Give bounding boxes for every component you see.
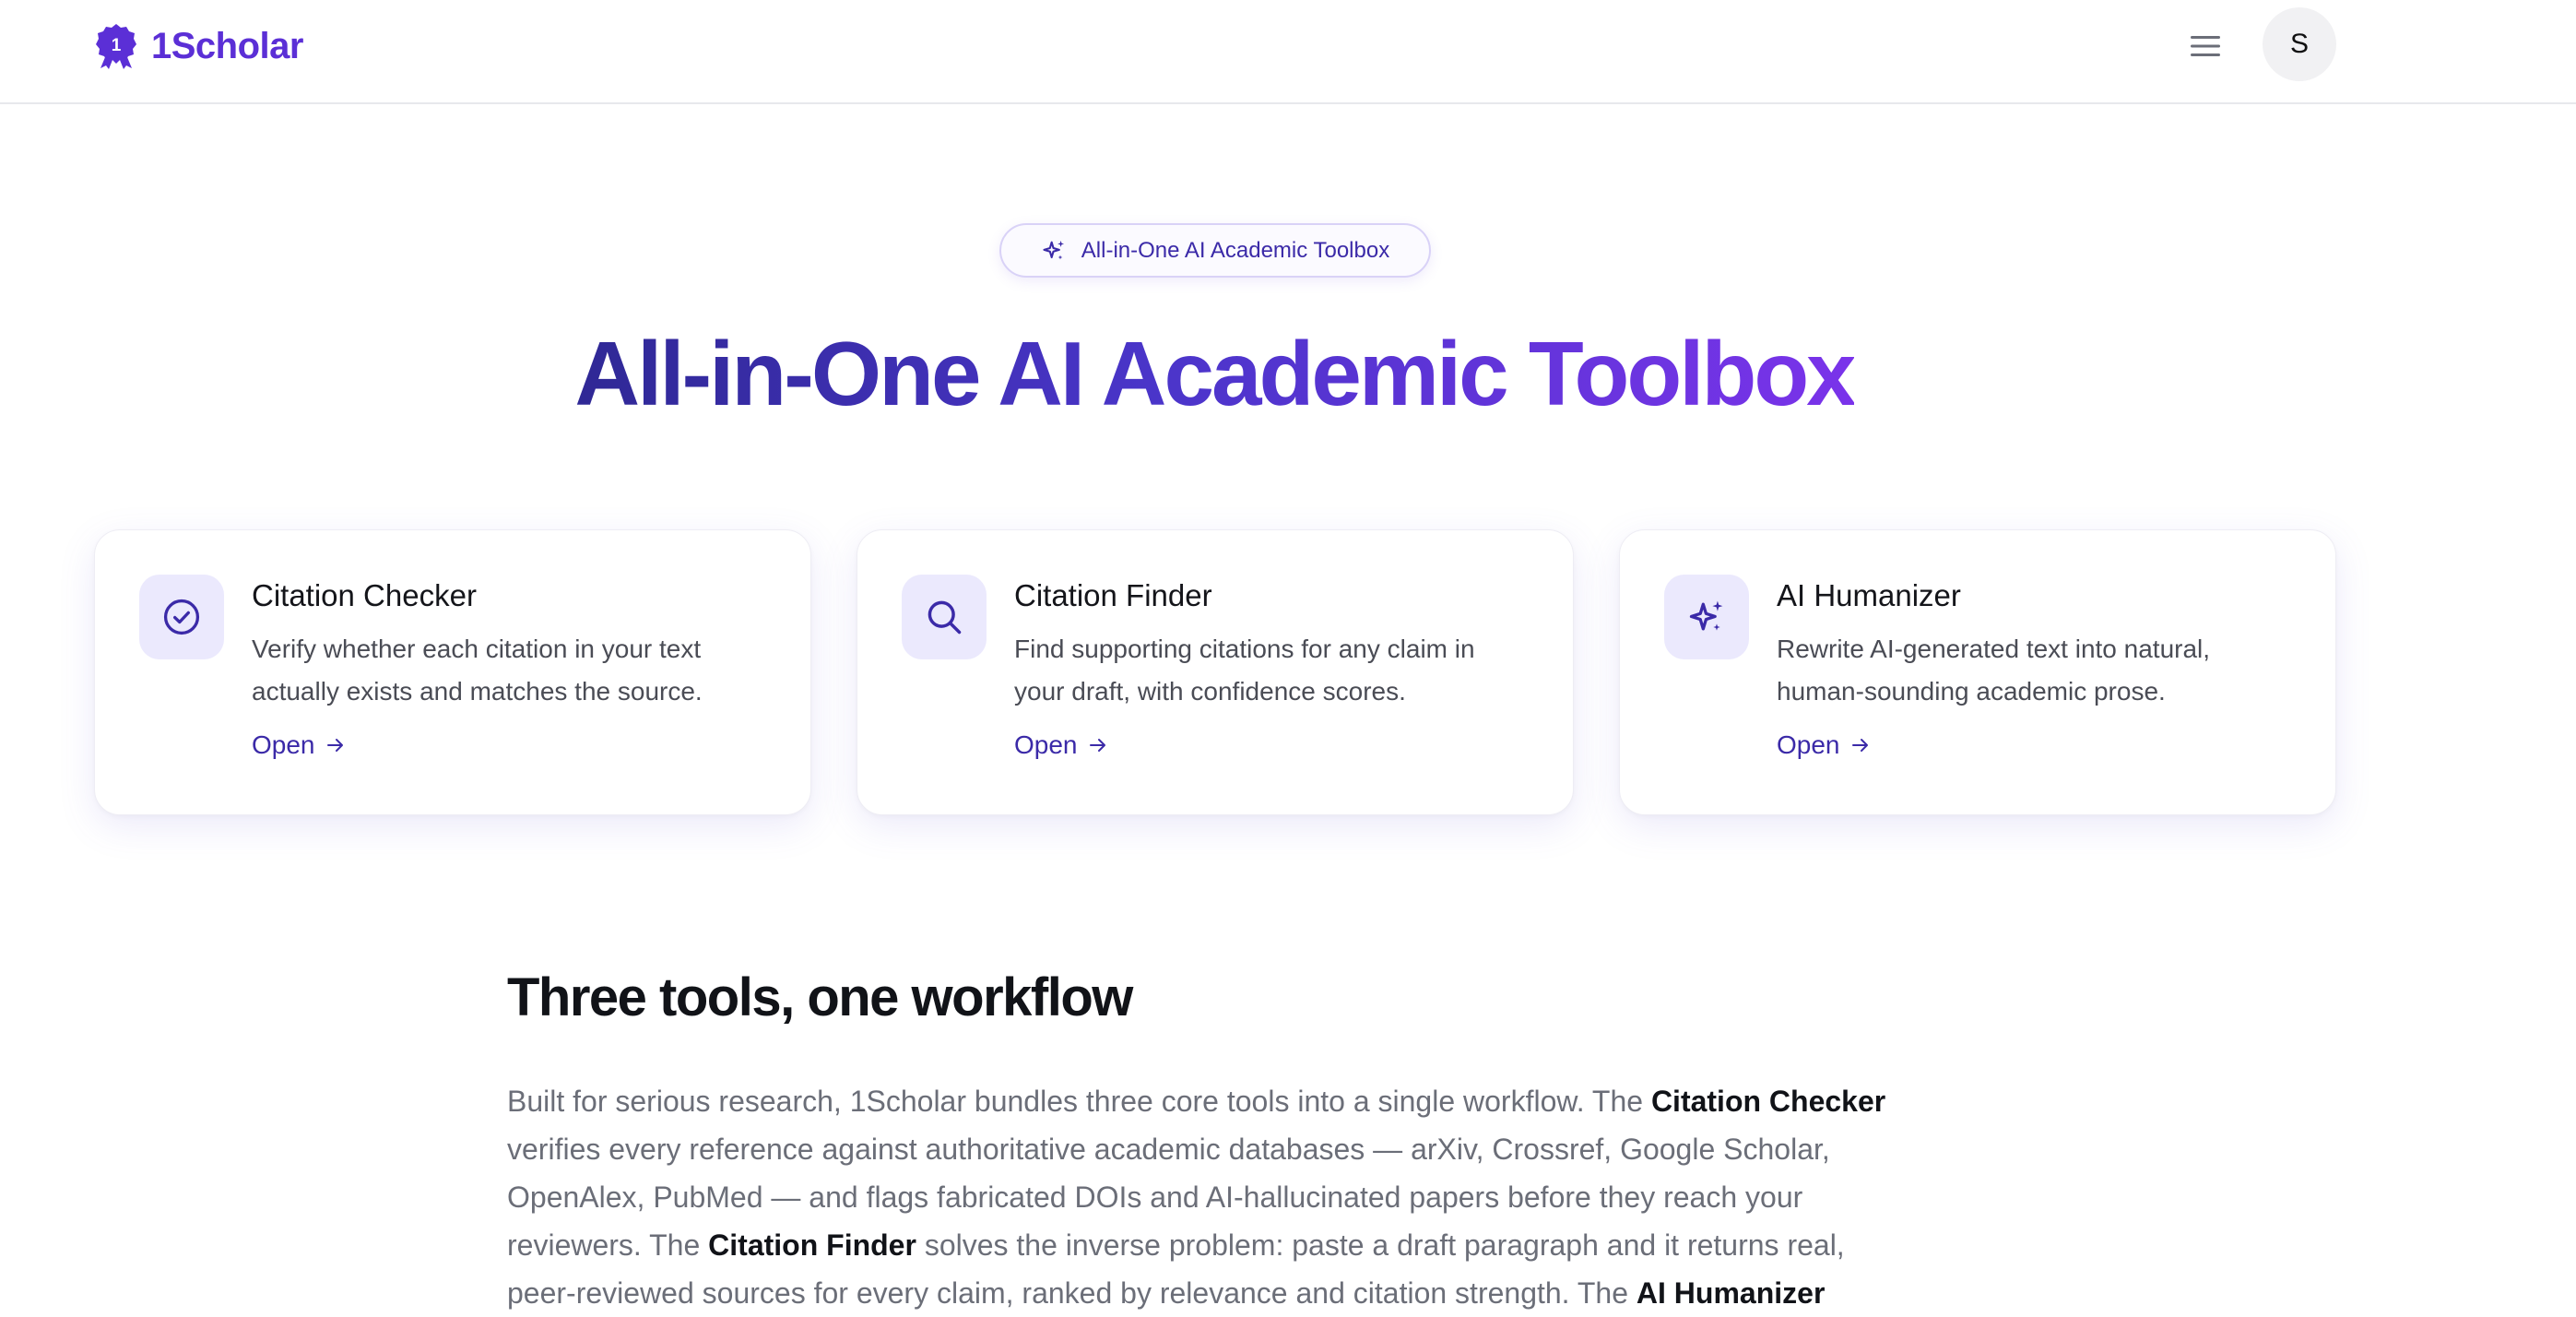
- brand-name: 1Scholar: [151, 25, 303, 66]
- hero-badge-pill: All-in-One AI Academic Toolbox: [999, 223, 1431, 278]
- user-avatar-button[interactable]: S: [2263, 7, 2336, 81]
- tool-card-ai-humanizer[interactable]: AI Humanizer Rewrite AI-generated text i…: [1619, 529, 2336, 815]
- logo-badge-text: 1: [112, 36, 122, 55]
- brand-home-link[interactable]: 1 1Scholar: [94, 18, 303, 74]
- card-title: Citation Finder: [1014, 578, 1212, 612]
- arrow-right-icon: [1851, 739, 1868, 752]
- section-highlight-citation-finder: Citation Finder: [708, 1228, 916, 1262]
- open-citation-finder-link[interactable]: Open: [1014, 730, 1109, 760]
- open-ai-humanizer-link[interactable]: Open: [1777, 730, 1872, 760]
- card-title: AI Humanizer: [1777, 578, 1961, 612]
- tool-card-citation-finder[interactable]: Citation Finder Find supporting citation…: [857, 529, 1574, 815]
- arrow-right-icon: [1089, 739, 1105, 752]
- top-header: 1 1Scholar S: [0, 0, 2576, 104]
- section-highlight-citation-checker: Citation Checker: [1650, 1085, 1886, 1118]
- check-circle-icon: [163, 599, 200, 635]
- card-title: Citation Checker: [252, 578, 477, 612]
- card-description: Verify whether each citation in your tex…: [252, 635, 703, 706]
- search-icon: [928, 600, 962, 635]
- sparkles-icon: [1043, 240, 1064, 259]
- section-highlight-ai-humanizer: AI Humanizer: [1636, 1276, 1826, 1310]
- card-link-label: Open: [1014, 730, 1078, 759]
- card-description: Rewrite AI-generated text into natural, …: [1777, 635, 2211, 706]
- card-icon-tile: [902, 575, 987, 659]
- card-link-label: Open: [1777, 730, 1840, 759]
- hero-badge-label: All-in-One AI Academic Toolbox: [1081, 237, 1390, 263]
- hamburger-menu-icon: [2191, 36, 2220, 56]
- avatar-initial: S: [2289, 29, 2309, 59]
- tool-card-citation-checker[interactable]: Citation Checker Verify whether each cit…: [94, 529, 811, 815]
- card-icon-tile: [1664, 575, 1749, 659]
- hero-title: All-in-One AI Academic Toolbox: [0, 314, 2428, 433]
- section-title: Three tools, one workflow: [507, 967, 1133, 1027]
- card-link-label: Open: [252, 730, 315, 759]
- card-description: Find supporting citations for any claim …: [1014, 635, 1475, 706]
- hero-title-text: All-in-One AI Academic Toolbox: [574, 323, 1856, 424]
- section-body: Built for serious research, 1Scholar bun…: [507, 1077, 1918, 1317]
- scholar-badge-icon: 1: [96, 24, 136, 69]
- section-body-text: Built for serious research, 1Scholar bun…: [507, 1085, 1651, 1118]
- open-citation-checker-link[interactable]: Open: [252, 730, 347, 760]
- arrow-right-icon: [326, 739, 343, 752]
- sparkles-icon: [1689, 600, 1723, 631]
- card-icon-tile: [139, 575, 224, 659]
- hamburger-menu-button[interactable]: [2185, 26, 2226, 66]
